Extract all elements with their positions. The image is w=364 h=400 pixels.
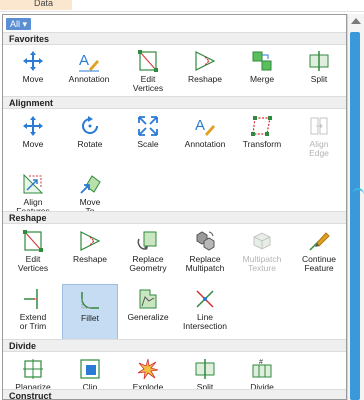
tool-label: Annotation [68, 74, 110, 84]
scroll-up-icon[interactable] [351, 18, 361, 24]
tool-gallery: All ▾ Favorites Move A Annotation Edit Ve… [2, 14, 347, 400]
split-icon [195, 359, 215, 379]
align-edge-icon [310, 117, 328, 135]
tool-favorites-split[interactable]: Split [291, 46, 346, 102]
replace-multipatch-icon [196, 231, 215, 251]
map-canvas-line [352, 188, 364, 202]
tool-label: Fillet [81, 313, 99, 323]
ribbon-tabs: ng Data [0, 0, 364, 12]
tool-label: Merge [249, 74, 275, 84]
tool-label: Edit Vertices [17, 254, 49, 273]
tool-alignment-transform[interactable]: Transform [234, 111, 290, 167]
line-intersection-icon [196, 290, 214, 308]
move-icon [23, 116, 43, 136]
tool-reshape-fillet[interactable]: Fillet [62, 284, 118, 340]
tool-label: Edit Vertices [132, 74, 164, 93]
planarize-icon [23, 359, 43, 379]
section-header-divide: Divide [3, 339, 346, 352]
tool-label: Continue Feature [301, 254, 337, 273]
section-header-reshape: Reshape [3, 211, 346, 224]
generalize-icon [139, 289, 157, 309]
tool-label: Extend or Trim [19, 312, 47, 331]
section-header-alignment: Alignment [3, 96, 346, 109]
align-features-icon [23, 173, 44, 194]
move-to-icon [80, 175, 101, 194]
divide-icon: # [252, 359, 272, 378]
tool-reshape-extend-or-trim[interactable]: Extend or Trim [5, 284, 61, 340]
tool-alignment-move[interactable]: Move [5, 111, 61, 167]
section-header-favorites: Favorites [3, 32, 346, 45]
replace-geometry-icon [137, 231, 157, 250]
tool-favorites-annotation[interactable]: A Annotation [61, 46, 117, 102]
move-icon [23, 51, 43, 71]
svg-text:A: A [195, 117, 205, 134]
annotation-icon: A [79, 52, 99, 72]
tool-label: Rotate [77, 139, 103, 149]
tool-label: Move [22, 139, 44, 149]
tool-label: Line Intersection [183, 312, 227, 331]
continue-feature-icon [309, 232, 330, 251]
edit-vertices-icon [138, 50, 158, 72]
explode-icon [137, 358, 159, 380]
reshape-icon [80, 231, 101, 251]
split-icon [309, 51, 329, 71]
tool-alignment-rotate[interactable]: Rotate [62, 111, 118, 167]
tool-reshape-edit-vertices[interactable]: Edit Vertices [5, 226, 61, 282]
ribbon-tab-data[interactable]: Data [0, 0, 72, 10]
chevron-down-icon: ▾ [22, 19, 28, 29]
tool-favorites-reshape[interactable]: Reshape [177, 46, 233, 102]
tool-label: Reshape [72, 254, 108, 264]
section-header-construct: Construct [3, 389, 346, 399]
tool-label: Annotation [184, 139, 226, 149]
tool-reshape-replace-geometry[interactable]: Replace Geometry [120, 226, 176, 282]
tool-favorites-move[interactable]: Move [5, 46, 61, 102]
clip-icon [80, 359, 100, 379]
tool-label: Move [22, 74, 44, 84]
filter-dropdown[interactable]: All ▾ [6, 18, 32, 30]
gallery-scrollbar[interactable] [347, 14, 364, 400]
filter-dropdown-label: All [10, 19, 21, 29]
tool-label: Replace Geometry [129, 254, 167, 273]
scrollbar-thumb[interactable] [350, 32, 360, 400]
annotation-icon: A [195, 117, 215, 136]
transform-icon [251, 116, 272, 136]
tool-alignment-align-edge[interactable]: Align Edge [291, 111, 346, 167]
tool-label: Generalize [127, 312, 169, 322]
merge-icon [252, 51, 272, 71]
tool-label: Transform [242, 139, 282, 149]
tool-reshape-replace-multipatch[interactable]: Replace Multipatch [177, 226, 233, 282]
tool-favorites-edit-vertices[interactable]: Edit Vertices [120, 46, 176, 102]
tool-label: Replace Multipatch [185, 254, 225, 273]
tool-reshape-continue-feature[interactable]: Continue Feature [291, 226, 346, 282]
tool-reshape-multipatch-texture[interactable]: Multipatch Texture [234, 226, 290, 282]
tool-alignment-scale[interactable]: Scale [120, 111, 176, 167]
ribbon-tab-data-label: Data [34, 0, 54, 8]
tool-label: Align Edge [309, 139, 329, 158]
tool-reshape-generalize[interactable]: Generalize [120, 284, 176, 340]
edit-vertices-icon [23, 230, 43, 252]
tool-alignment-annotation[interactable]: A Annotation [177, 111, 233, 167]
extend-trim-icon [24, 289, 38, 309]
reshape-icon [195, 51, 216, 71]
tool-reshape-reshape[interactable]: Reshape [62, 226, 118, 282]
rotate-icon [82, 116, 98, 134]
tool-reshape-line-intersection[interactable]: Line Intersection [177, 284, 233, 340]
tool-label: Multipatch Texture [242, 254, 282, 273]
svg-text:A: A [79, 52, 89, 69]
multipatch-texture-icon [253, 232, 271, 250]
tool-favorites-merge[interactable]: Merge [234, 46, 290, 102]
tool-label: Reshape [187, 74, 223, 84]
scale-icon [138, 116, 158, 136]
svg-text:#: # [259, 359, 263, 366]
tool-label: Scale [137, 139, 159, 149]
fillet-icon [81, 292, 99, 309]
tool-label: Split [310, 74, 328, 84]
